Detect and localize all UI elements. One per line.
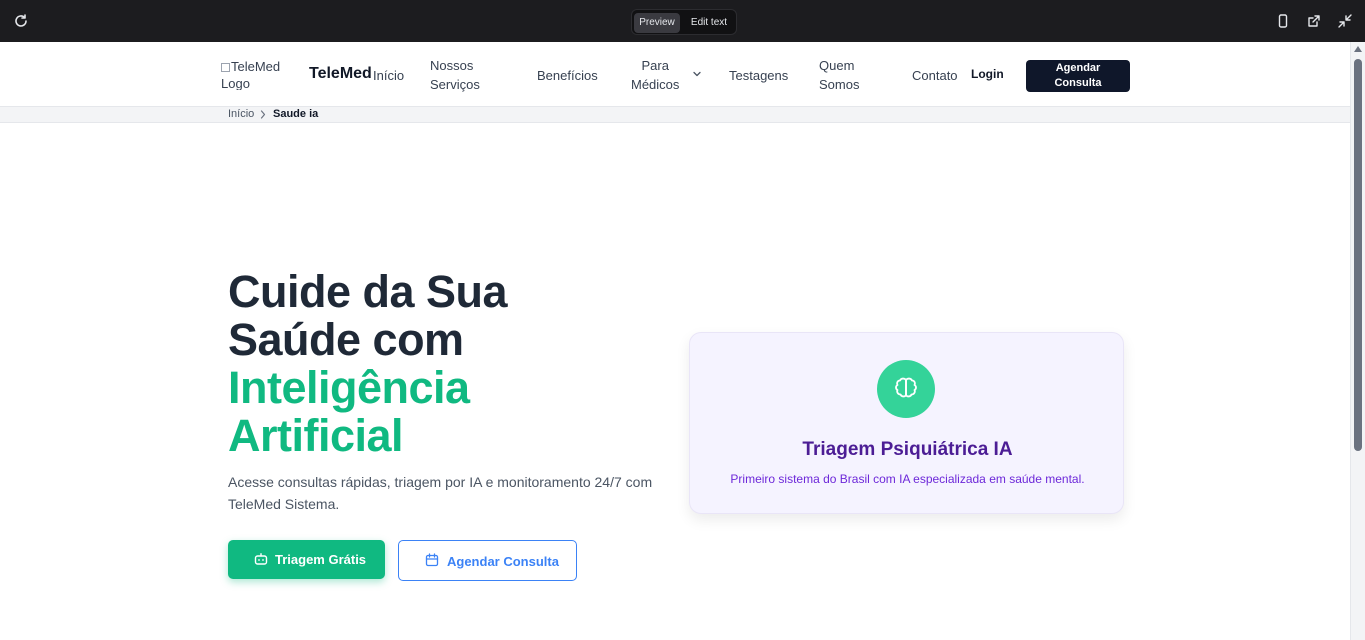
main-navbar: TeleMed Logo TeleMed Início Nossos Servi… [0, 42, 1350, 106]
breadcrumb-current: Saude ia [273, 108, 319, 120]
triagem-gratis-button[interactable]: Triagem Grátis [228, 540, 385, 579]
view-mode-toggle: Preview Edit text [631, 9, 737, 35]
hero-title-line4: Artificial [228, 410, 404, 461]
triagem-psiquiatrica-card: Triagem Psiquiátrica IA Primeiro sistema… [689, 332, 1124, 514]
agendar-consulta-outline-button[interactable]: Agendar Consulta [398, 540, 577, 581]
breadcrumb-home[interactable]: Início [228, 108, 254, 120]
hero-title: Cuide da Sua Saúde com Inteligência Arti… [228, 266, 508, 461]
collapse-icon[interactable] [1337, 13, 1353, 29]
cta-line2: Consulta [1054, 77, 1102, 89]
chevron-down-icon[interactable] [692, 69, 702, 79]
nav-link-servicos-line1: Nossos [430, 58, 474, 73]
hero-lead: Acesse consultas rápidas, triagem por IA… [228, 474, 653, 512]
card-title: Triagem Psiquiátrica IA [802, 439, 1013, 460]
open-external-icon[interactable] [1306, 13, 1322, 29]
brain-icon [895, 377, 917, 398]
nav-link-servicos[interactable]: Nossos Serviços [430, 56, 480, 94]
nav-link-quem-somos[interactable]: Quem Somos [819, 56, 859, 94]
agendar-consulta-button[interactable]: Agendar Consulta [1026, 60, 1130, 92]
nav-link-medicos-line2: Médicos [631, 77, 680, 92]
scroll-up-arrow-icon[interactable] [1354, 46, 1362, 52]
scrollbar-thumb[interactable] [1354, 59, 1362, 451]
edit-text-tab[interactable]: Edit text [684, 13, 734, 33]
preview-tab[interactable]: Preview [634, 13, 680, 33]
nav-link-quem-line2: Somos [819, 77, 860, 92]
calendar-icon [425, 553, 439, 567]
website-preview: TeleMed Logo TeleMed Início Nossos Servi… [0, 42, 1350, 640]
nav-link-beneficios[interactable]: Benefícios [537, 66, 598, 85]
brand-name[interactable]: TeleMed [309, 65, 372, 83]
reload-icon[interactable] [13, 13, 29, 29]
breadcrumb: Início Saude ia [0, 106, 1350, 123]
nav-link-inicio[interactable]: Início [373, 66, 404, 85]
chevron-right-icon [260, 110, 266, 119]
preview-toolbar: Preview Edit text [0, 0, 1365, 42]
nav-link-contato[interactable]: Contato [912, 66, 958, 85]
bot-icon [254, 553, 268, 565]
mobile-view-icon[interactable] [1275, 13, 1291, 29]
nav-link-testagens[interactable]: Testagens [729, 66, 788, 85]
hero-title-line2: Saúde com [228, 314, 464, 365]
agendar-consulta-label: Agendar Consulta [447, 554, 559, 569]
nav-link-medicos[interactable]: Para Médicos [631, 56, 679, 94]
triagem-gratis-label: Triagem Grátis [275, 552, 367, 567]
logo-image[interactable]: TeleMed Logo [221, 58, 283, 90]
cta-line1: Agendar [1055, 62, 1101, 74]
nav-link-medicos-line1: Para [641, 58, 669, 73]
vertical-scrollbar[interactable] [1350, 42, 1365, 640]
card-subtitle: Primeiro sistema do Brasil com IA especi… [730, 472, 1085, 486]
nav-link-quem-line1: Quem [819, 58, 855, 73]
hero-title-line3: Inteligência [228, 362, 470, 413]
broken-image-icon [221, 63, 230, 72]
brain-icon-badge [877, 360, 935, 418]
nav-link-servicos-line2: Serviços [430, 77, 480, 92]
login-link[interactable]: Login [971, 67, 1004, 81]
hero-title-line1: Cuide da Sua [228, 266, 508, 317]
